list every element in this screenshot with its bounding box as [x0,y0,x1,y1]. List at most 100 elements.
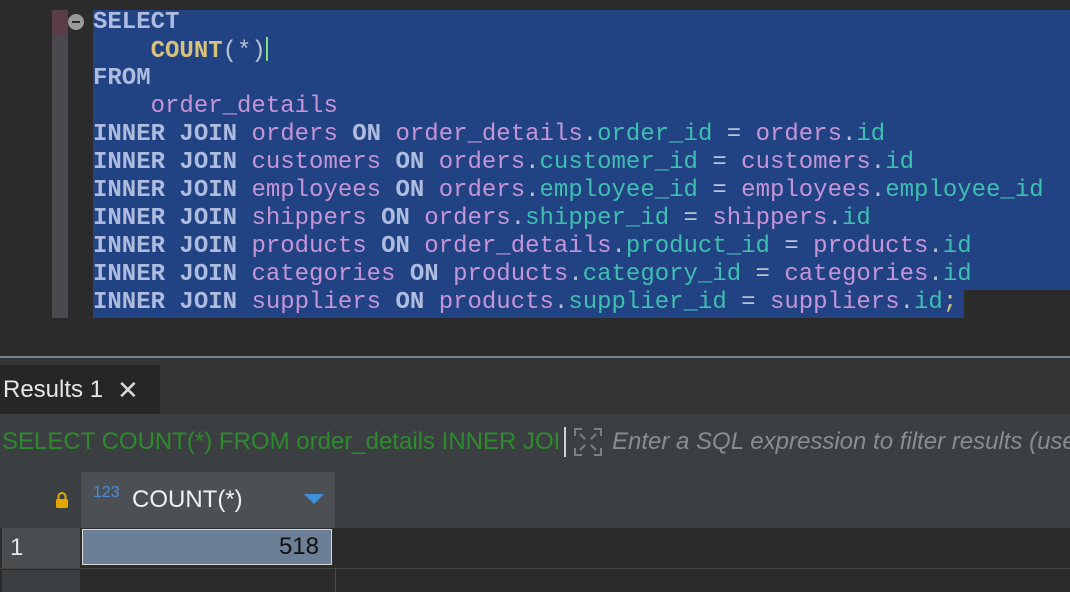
filter-input[interactable]: Enter a SQL expression to filter results… [612,428,1070,456]
current-statement-marker [52,10,68,36]
code-token: . [611,233,626,260]
code-token: . [870,177,886,204]
code-token: = [769,233,814,260]
code-token: . [553,289,569,316]
code-token: order_id [597,121,713,148]
code-token: . [510,205,526,232]
code-token: shippers [251,205,382,232]
code-token: employees [251,177,396,204]
table-cell[interactable]: 518 [82,529,332,565]
empty-row-number [2,570,80,592]
results-tabbar: Results 1 ✕ [0,358,1070,414]
code-token: COUNT [93,38,223,65]
code-token: . [928,233,943,260]
code-line: INNER JOIN categories ON products.catego… [93,261,1044,289]
code-token: categories [251,261,410,288]
code-token: employee_id [885,177,1044,204]
text-caret [265,37,268,61]
code-token: products [813,233,929,260]
sql-editor[interactable]: SELECT COUNT(*) FROM order_details INNER J… [0,0,1070,356]
code-line: INNER JOIN suppliers ON products.supplie… [93,289,1044,317]
code-token: ON [395,289,439,316]
filter-divider [564,427,566,457]
code-token: id [856,121,886,148]
code-token: = [741,261,785,288]
code-line: COUNT(*) [93,37,1044,65]
code-token: . [582,121,598,148]
code-token: = [669,205,713,232]
code-token: INNER JOIN [93,233,252,260]
code-token: shippers [712,205,828,232]
code-token: employee_id [539,177,698,204]
row-number: 1 [2,528,80,568]
fold-collapse-icon[interactable] [68,14,84,30]
code-token: ON [352,121,396,148]
code-token: customer_id [539,149,698,176]
code-token: orders [438,177,526,204]
code-token: id [914,289,943,316]
code-token: = [726,289,770,316]
code-token: id [942,233,972,260]
code-token: customers [251,149,396,176]
expand-icon[interactable] [573,427,603,457]
close-icon[interactable]: ✕ [117,377,139,403]
row-number-header [2,472,80,528]
table-row[interactable]: 1 518 [0,528,1070,568]
code-token: . [525,177,540,204]
code-token: id [841,205,871,232]
code-token: products [251,233,382,260]
column-type-badge: 123 [93,484,120,501]
code-token: categories [784,261,929,288]
code-token: INNER JOIN [93,289,252,316]
code-token: ON [395,177,439,204]
code-token: . [827,205,842,232]
code-token: ON [381,205,425,232]
code-token: shipper_id [525,205,670,232]
code-token: order_details [424,233,612,260]
tab-label: Results 1 [3,375,104,403]
filter-bar: SELECT COUNT(*) FROM order_details INNER… [0,414,1070,472]
code-token: INNER JOIN [93,149,252,176]
code-token: . [899,289,914,316]
sql-code[interactable]: SELECT COUNT(*) FROM order_details INNER J… [93,9,1044,317]
code-token: . [870,149,886,176]
code-token: product_id [625,233,770,260]
code-token: products [453,261,569,288]
column-divider [335,568,336,592]
code-token: = [697,149,742,176]
code-token: order_details [93,93,338,120]
results-panel: Results 1 ✕ SELECT COUNT(*) FROM order_d… [0,358,1070,592]
code-token: orders [755,121,842,148]
code-token: employees [741,177,871,204]
code-token: INNER JOIN [93,205,252,232]
code-token: products [438,289,554,316]
code-token: INNER JOIN [93,121,252,148]
code-token: orders [251,121,353,148]
code-line: INNER JOIN orders ON order_details.order… [93,121,1044,149]
lock-icon [56,492,68,508]
code-token: = [697,177,742,204]
code-token: id [885,149,915,176]
code-line: order_details [93,93,1044,121]
code-token: SELECT [93,9,180,36]
code-token: ; [942,289,958,316]
code-line: INNER JOIN shippers ON orders.shipper_id… [93,205,1044,233]
code-token: orders [424,205,511,232]
code-token: order_details [395,121,583,148]
column-header-count[interactable]: 123 COUNT(*) [81,472,335,528]
sort-arrow-icon[interactable] [304,494,324,504]
tab-results-1[interactable]: Results 1 ✕ [0,365,160,414]
code-line: FROM [93,65,1044,93]
code-token: . [928,261,943,288]
code-token: suppliers [769,289,900,316]
code-line: INNER JOIN employees ON orders.employee_… [93,177,1044,205]
code-token: . [525,149,540,176]
code-token: supplier_id [568,289,727,316]
code-token: . [568,261,583,288]
code-token: = [712,121,756,148]
code-line: INNER JOIN customers ON orders.customer_… [93,149,1044,177]
code-line: INNER JOIN products ON order_details.pro… [93,233,1044,261]
code-token: ON [409,261,454,288]
code-token: INNER JOIN [93,177,252,204]
code-line: SELECT [93,9,1044,37]
